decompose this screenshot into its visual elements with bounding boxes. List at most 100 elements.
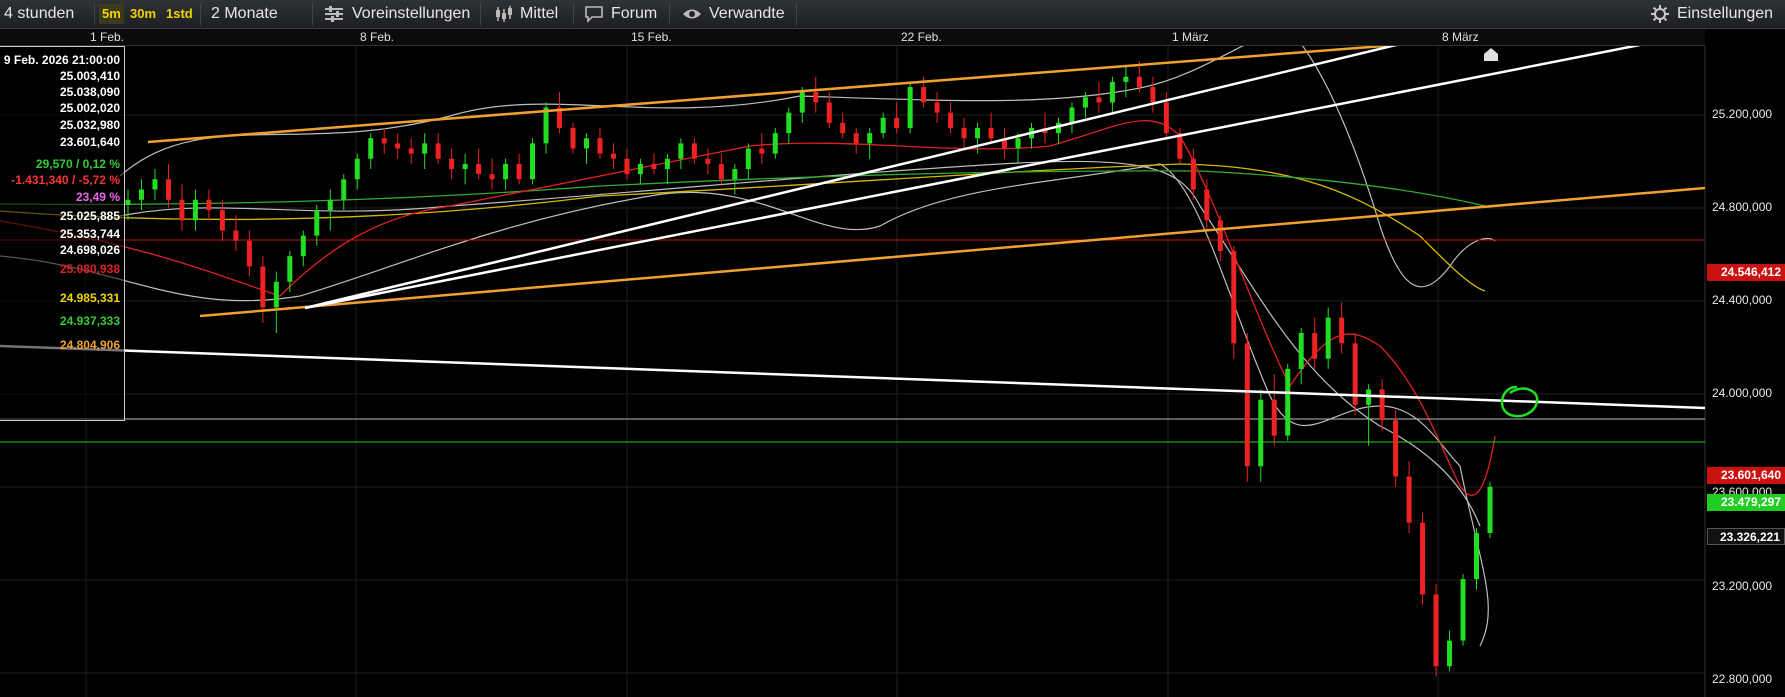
candle-up [1082, 97, 1088, 108]
candle-up [678, 143, 684, 159]
candle-down [476, 163, 482, 175]
x-tick-label: 22 Feb. [901, 30, 942, 44]
info-value: 24.985,331 [59, 291, 120, 305]
related-button[interactable]: Verwandte [709, 0, 785, 28]
candle-down [853, 133, 859, 144]
candle-down [570, 128, 576, 149]
sliders-icon [325, 6, 343, 22]
candle-down [691, 143, 697, 159]
toolbar-divider [94, 3, 95, 25]
candle-up [1474, 532, 1480, 580]
range-selector[interactable]: 2 Monate [211, 0, 278, 28]
price-chart[interactable] [0, 46, 1785, 697]
candle-down [1406, 476, 1412, 523]
interval-30m-button[interactable]: 30m [127, 4, 159, 24]
candle-down [651, 163, 657, 170]
indicator-button[interactable]: Mittel [520, 0, 558, 28]
candle-up [1015, 138, 1021, 149]
timeframe-label[interactable]: 4 stunden [4, 0, 74, 28]
candle-up [664, 158, 670, 170]
candle-up [1069, 107, 1075, 123]
crosshair-info-box: 9 Feb. 2026 21:00:00 25.003,410 25.038,09… [0, 46, 125, 421]
candle-up [772, 133, 778, 154]
candle-down [894, 117, 900, 129]
candle-down [921, 87, 927, 103]
candle-up [273, 281, 279, 308]
info-value: 25.003,410 [59, 69, 120, 83]
toolbar-divider [796, 3, 797, 25]
candle-down [1420, 522, 1426, 595]
candle-down [813, 92, 819, 103]
info-value: 25.025,885 [59, 209, 120, 223]
y-tick-label: 24.800,000 [1712, 200, 1773, 214]
candle-down [624, 158, 630, 175]
candle-up [138, 189, 144, 200]
candle-down [1393, 420, 1399, 477]
toolbar-divider [573, 3, 574, 25]
presets-button[interactable]: Voreinstellungen [352, 0, 470, 28]
chart-toolbar: 4 stunden 5m 30m 1std 2 Monate Voreinste… [0, 0, 1785, 29]
candle-down [489, 174, 495, 180]
candle-down [1244, 343, 1250, 467]
info-value: 23.601,640 [59, 135, 120, 149]
candle-down [1271, 399, 1277, 436]
candle-down [1339, 317, 1345, 344]
candle-up [867, 133, 873, 144]
candle-up [287, 256, 293, 282]
candle-up [799, 92, 805, 113]
candle-down [219, 210, 225, 231]
candle-up [354, 158, 360, 180]
candle-up [637, 163, 643, 175]
candle-down [1204, 189, 1210, 221]
candle-up [1123, 76, 1129, 82]
candle-down [1433, 594, 1439, 667]
candle-down [840, 122, 846, 134]
candle-down [206, 199, 212, 211]
info-value: 25.353,744 [59, 227, 120, 241]
info-value: 25.080,938 [59, 262, 120, 276]
candle-up [745, 148, 751, 170]
candle-down [610, 153, 616, 159]
candle-up [422, 143, 428, 154]
candle-down [516, 163, 522, 180]
candle-up [314, 210, 320, 236]
info-value: 23,49 % [75, 190, 120, 204]
y-tick-label: 22.800,000 [1712, 672, 1773, 686]
candle-up [341, 179, 347, 200]
candle-up [543, 107, 549, 144]
candle-up [503, 163, 509, 180]
candle-down [165, 179, 171, 200]
candle-down [435, 143, 441, 159]
red-level-badge: 24.546,412 [1707, 264, 1785, 281]
candle-down [233, 230, 239, 241]
candle-down [408, 148, 414, 154]
candle-down [246, 240, 252, 267]
candle-down [826, 102, 832, 123]
candle-up [530, 143, 536, 180]
interval-5m-button[interactable]: 5m [99, 4, 124, 24]
toolbar-divider [480, 3, 481, 25]
candle-down [988, 128, 994, 139]
info-value: 25.002,020 [59, 101, 120, 115]
candle-down [381, 138, 387, 144]
forum-button[interactable]: Forum [611, 0, 657, 28]
last-price-badge: 23.601,640 [1707, 467, 1785, 484]
candle-up [907, 87, 913, 129]
white-level-badge: 23.326,221 [1707, 528, 1785, 545]
candle-up [732, 169, 738, 180]
candle-up [1285, 368, 1291, 436]
candle-down [759, 148, 765, 154]
candle-down [260, 266, 266, 308]
settings-button[interactable]: Einstellungen [1677, 0, 1773, 28]
candle-up [880, 117, 886, 134]
y-tick-label: 24.000,000 [1712, 386, 1773, 400]
toolbar-divider [669, 3, 670, 25]
y-tick-label: 24.400,000 [1712, 293, 1773, 307]
x-tick-label: 1 Feb. [90, 30, 125, 44]
candle-down [1379, 389, 1385, 421]
candle-down [1231, 251, 1237, 344]
candle-down [179, 199, 185, 221]
info-value: 25.032,980 [59, 118, 120, 132]
interval-1std-button[interactable]: 1std [163, 4, 196, 24]
candle-down [1312, 333, 1318, 359]
